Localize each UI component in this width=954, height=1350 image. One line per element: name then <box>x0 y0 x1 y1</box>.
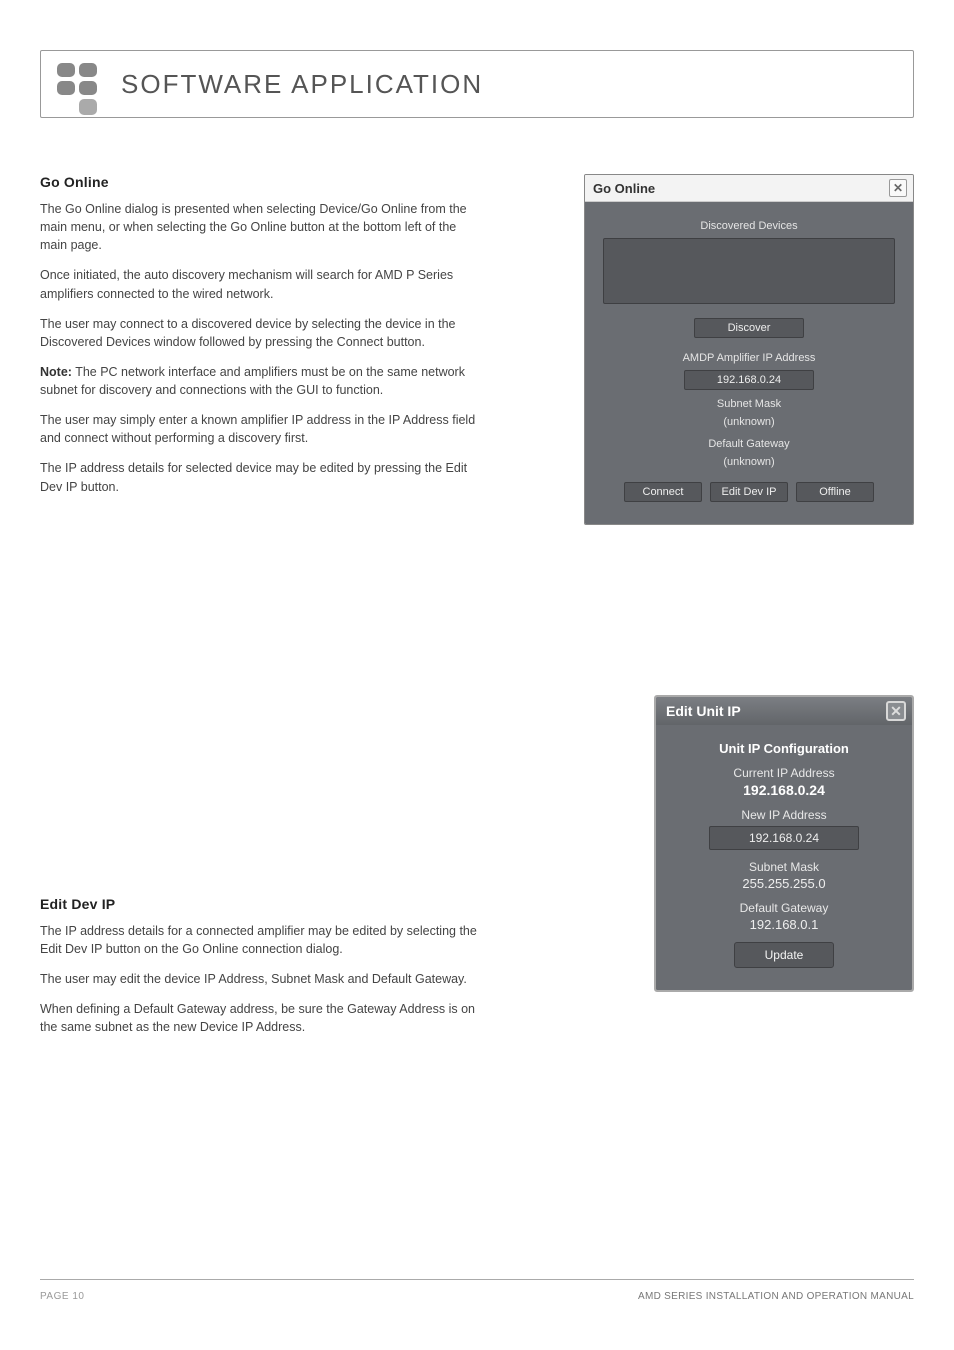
current-ip-value: 192.168.0.24 <box>678 782 890 798</box>
subnet-mask-value: (unknown) <box>603 416 895 428</box>
footer-page-number: PAGE 10 <box>40 1291 84 1302</box>
paragraph: The user may simply enter a known amplif… <box>40 411 478 447</box>
dialog-title: Go Online <box>593 181 655 196</box>
edit-dev-ip-button[interactable]: Edit Dev IP <box>710 482 788 502</box>
page-header: SOFTWARE APPLICATION <box>40 50 914 118</box>
paragraph: The Go Online dialog is presented when s… <box>40 200 478 254</box>
paragraph: The IP address details for selected devi… <box>40 459 478 495</box>
note-label: Note: <box>40 365 72 379</box>
update-button[interactable]: Update <box>734 942 834 968</box>
footer-rule <box>40 1279 914 1280</box>
close-icon[interactable]: ✕ <box>886 701 906 721</box>
logo-icon <box>55 61 101 107</box>
dialog-title: Edit Unit IP <box>666 703 741 719</box>
discover-button[interactable]: Discover <box>694 318 804 338</box>
paragraph: The user may connect to a discovered dev… <box>40 315 478 351</box>
ip-address-label: AMDP Amplifier IP Address <box>603 352 895 364</box>
connect-button[interactable]: Connect <box>624 482 702 502</box>
paragraph: The user may edit the device IP Address,… <box>40 970 478 988</box>
paragraph: Once initiated, the auto discovery mecha… <box>40 266 478 302</box>
new-ip-input[interactable]: 192.168.0.24 <box>709 826 859 850</box>
default-gateway-value: 192.168.0.1 <box>678 917 890 932</box>
subnet-mask-value: 255.255.255.0 <box>678 876 890 891</box>
default-gateway-label: Default Gateway <box>603 438 895 450</box>
default-gateway-label: Default Gateway <box>678 901 890 915</box>
subnet-mask-label: Subnet Mask <box>603 398 895 410</box>
footer-manual-title: AMD SERIES INSTALLATION AND OPERATION MA… <box>638 1291 914 1302</box>
paragraph: The IP address details for a connected a… <box>40 922 478 958</box>
discovered-devices-list[interactable] <box>603 238 895 304</box>
new-ip-label: New IP Address <box>678 808 890 822</box>
offline-button[interactable]: Offline <box>796 482 874 502</box>
discovered-devices-label: Discovered Devices <box>603 220 895 232</box>
unit-ip-config-heading: Unit IP Configuration <box>678 741 890 756</box>
paragraph: When defining a Default Gateway address,… <box>40 1000 478 1036</box>
default-gateway-value: (unknown) <box>603 456 895 468</box>
close-icon[interactable]: ✕ <box>889 179 907 197</box>
subnet-mask-label: Subnet Mask <box>678 860 890 874</box>
current-ip-label: Current IP Address <box>678 766 890 780</box>
page-title: SOFTWARE APPLICATION <box>121 69 483 100</box>
paragraph-note: Note: The PC network interface and ampli… <box>40 363 478 399</box>
dialog-titlebar[interactable]: Go Online ✕ <box>585 175 913 202</box>
edit-unit-ip-dialog: Edit Unit IP ✕ Unit IP Configuration Cur… <box>654 695 914 992</box>
ip-address-input[interactable]: 192.168.0.24 <box>684 370 814 390</box>
go-online-dialog: Go Online ✕ Discovered Devices Discover … <box>584 174 914 525</box>
section-heading-go-online: Go Online <box>40 174 478 190</box>
dialog-titlebar[interactable]: Edit Unit IP ✕ <box>656 697 912 725</box>
section-heading-edit-dev-ip: Edit Dev IP <box>40 896 478 912</box>
note-text: The PC network interface and amplifiers … <box>40 365 465 397</box>
